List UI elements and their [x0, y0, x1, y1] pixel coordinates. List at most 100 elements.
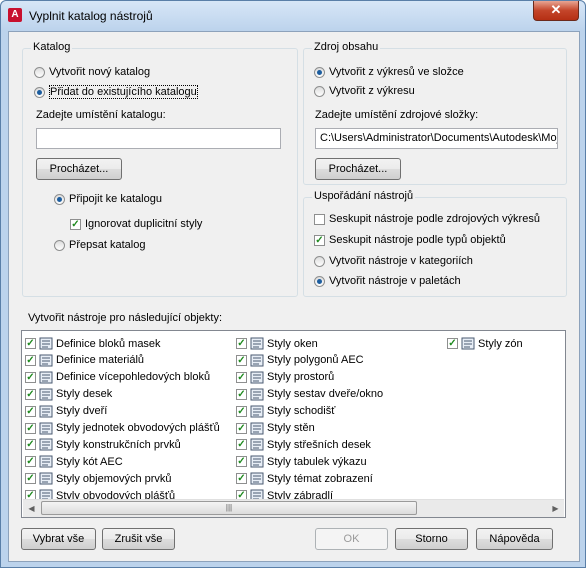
list-item[interactable]: ✓ Definice materiálů — [25, 352, 144, 369]
select-all-button[interactable]: Vybrat vše — [21, 528, 96, 550]
radio-overwrite-label: Přepsat katalog — [69, 239, 146, 251]
checkbox-checked[interactable]: ✓ — [314, 234, 325, 246]
list-item[interactable]: ✓ Styly desek — [25, 386, 112, 403]
list-item[interactable]: ✓ Styly dveří — [25, 403, 107, 420]
radio-from-folder[interactable]: Vytvořit z výkresů ve složce — [314, 66, 464, 78]
check-ignore-duplicates[interactable]: ✓ Ignorovat duplicitní styly — [70, 218, 202, 230]
katalog-legend: Katalog — [31, 41, 73, 53]
list-item[interactable]: ✓ Styly oken — [236, 335, 318, 352]
list-item[interactable]: ✓ Styly tabulek výkazu — [236, 453, 367, 470]
zdroj-browse-button[interactable]: Procházet... — [315, 158, 401, 180]
list-item[interactable]: ✓ Styly konstrukčních prvků — [25, 436, 181, 453]
list-item-label: Styly jednotek obvodových plášťů — [56, 422, 220, 434]
checkbox-checked[interactable]: ✓ — [236, 354, 247, 366]
checkbox-checked[interactable]: ✓ — [447, 338, 458, 349]
list-item[interactable]: ✓ Styly témat zobrazení — [236, 470, 373, 487]
list-item-label: Styly polygonů AEC — [267, 354, 364, 367]
radio-attach-catalog[interactable]: Připojit ke katalogu — [54, 193, 162, 205]
radio-indicator-selected[interactable] — [314, 275, 325, 287]
window-title: Vyplnit katalog nástrojů — [29, 9, 153, 23]
checkbox-checked[interactable]: ✓ — [25, 354, 36, 366]
ok-button[interactable]: OK — [315, 528, 388, 550]
list-item[interactable]: ✓ Styly jednotek obvodových plášťů — [25, 420, 220, 437]
checkbox-checked[interactable]: ✓ — [25, 456, 36, 468]
checkbox-checked[interactable]: ✓ — [236, 338, 247, 349]
list-item-label: Definice materiálů — [56, 354, 145, 367]
list-item-label: Styly prostorů — [267, 371, 335, 384]
list-item-label: Styly schodišť — [267, 405, 336, 418]
title-bar[interactable]: A Vyplnit katalog nástrojů ✕ — [1, 1, 585, 31]
list-item[interactable]: ✓ Styly stěn — [236, 420, 315, 437]
checkbox-unchecked[interactable] — [314, 213, 325, 225]
list-item[interactable]: ✓ Styly prostorů — [236, 369, 334, 386]
list-item[interactable]: ✓ Styly polygonů AEC — [236, 352, 364, 369]
dialog-window: A Vyplnit katalog nástrojů ✕ Katalog Vyt… — [0, 0, 586, 568]
object-style-icon — [39, 388, 53, 401]
radio-in-palettes-label: Vytvořit nástroje v paletách — [329, 275, 461, 287]
checkbox-checked[interactable]: ✓ — [25, 338, 36, 349]
radio-indicator-selected[interactable] — [34, 86, 45, 98]
close-button[interactable]: ✕ — [533, 1, 579, 21]
checkbox-checked[interactable]: ✓ — [236, 439, 247, 451]
horizontal-scrollbar[interactable]: ◀ ||| ▶ — [23, 499, 564, 517]
radio-indicator[interactable] — [314, 85, 325, 97]
radio-indicator-selected[interactable] — [314, 66, 325, 78]
radio-indicator[interactable] — [314, 255, 325, 267]
radio-from-drawing[interactable]: Vytvořit z výkresu — [314, 85, 415, 97]
checkbox-checked[interactable]: ✓ — [25, 422, 36, 434]
radio-indicator[interactable] — [34, 66, 45, 78]
checkbox-checked[interactable]: ✓ — [25, 439, 36, 451]
clear-all-button[interactable]: Zrušit vše — [102, 528, 175, 550]
list-item-label: Styly kót AEC — [56, 455, 123, 468]
checkbox-checked[interactable]: ✓ — [236, 422, 247, 434]
list-item-label: Styly oken — [267, 337, 318, 350]
list-item[interactable]: ✓ Styly objemových prvků — [25, 470, 172, 487]
radio-add-catalog[interactable]: Přidat do existujícího katalogu — [34, 85, 198, 99]
checkbox-checked[interactable]: ✓ — [236, 405, 247, 417]
scrollbar-thumb[interactable]: ||| — [41, 501, 417, 515]
list-item[interactable]: ✓ Definice bloků masek — [25, 335, 161, 352]
object-style-icon — [250, 388, 264, 401]
radio-new-catalog[interactable]: Vytvořit nový katalog — [34, 66, 150, 78]
object-style-icon — [39, 371, 53, 384]
list-item[interactable]: ✓ Styly zón — [447, 335, 523, 352]
checkbox-checked[interactable]: ✓ — [25, 405, 36, 417]
list-item[interactable]: ✓ Styly střešních desek — [236, 436, 371, 453]
list-item[interactable]: ✓ Styly kót AEC — [25, 453, 123, 470]
help-button[interactable]: Nápověda — [476, 528, 553, 550]
scroll-left-arrow-icon[interactable]: ◀ — [23, 500, 40, 517]
list-item[interactable]: ✓ Styly sestav dveře/okno — [236, 386, 383, 403]
list-item[interactable]: ✓ Styly schodišť — [236, 403, 335, 420]
checkbox-checked[interactable]: ✓ — [25, 473, 36, 485]
list-item-label: Definice bloků masek — [56, 337, 161, 350]
check-group-by-type[interactable]: ✓ Seskupit nástroje podle typů objektů — [314, 234, 506, 246]
list-item-label: Styly témat zobrazení — [267, 472, 373, 485]
zdroj-legend: Zdroj obsahu — [312, 41, 381, 53]
katalog-browse-button[interactable]: Procházet... — [36, 158, 122, 180]
scroll-right-arrow-icon[interactable]: ▶ — [547, 500, 564, 517]
checkbox-checked[interactable]: ✓ — [70, 218, 81, 230]
checkbox-checked[interactable]: ✓ — [236, 371, 247, 383]
list-item-label: Styly tabulek výkazu — [267, 455, 367, 468]
checkbox-checked[interactable]: ✓ — [236, 456, 247, 468]
radio-indicator[interactable] — [54, 239, 65, 251]
cancel-button[interactable]: Storno — [395, 528, 468, 550]
object-style-icon — [250, 371, 264, 384]
radio-in-categories[interactable]: Vytvořit nástroje v kategoriích — [314, 255, 473, 267]
radio-indicator-selected[interactable] — [54, 193, 65, 205]
check-group-by-source[interactable]: Seskupit nástroje podle zdrojových výkre… — [314, 213, 540, 225]
list-item[interactable]: ✓ Definice vícepohledových bloků — [25, 369, 210, 386]
object-style-icon — [39, 455, 53, 468]
source-folder-label: Zadejte umístění zdrojové složky: — [315, 109, 479, 121]
list-item-label: Styly dveří — [56, 405, 108, 418]
source-folder-input[interactable]: C:\Users\Administrator\Documents\Autodes… — [315, 128, 558, 149]
checkbox-checked[interactable]: ✓ — [25, 388, 36, 400]
catalog-location-input[interactable] — [36, 128, 281, 149]
checkbox-checked[interactable]: ✓ — [236, 473, 247, 485]
check-group-by-type-label: Seskupit nástroje podle typů objektů — [329, 234, 506, 246]
radio-in-palettes[interactable]: Vytvořit nástroje v paletách — [314, 275, 461, 287]
objects-checklist[interactable]: ✓ Definice bloků masek ✓ Definice materiálů… — [21, 330, 566, 518]
radio-overwrite-catalog[interactable]: Přepsat katalog — [54, 239, 145, 251]
checkbox-checked[interactable]: ✓ — [25, 371, 36, 383]
checkbox-checked[interactable]: ✓ — [236, 388, 247, 400]
